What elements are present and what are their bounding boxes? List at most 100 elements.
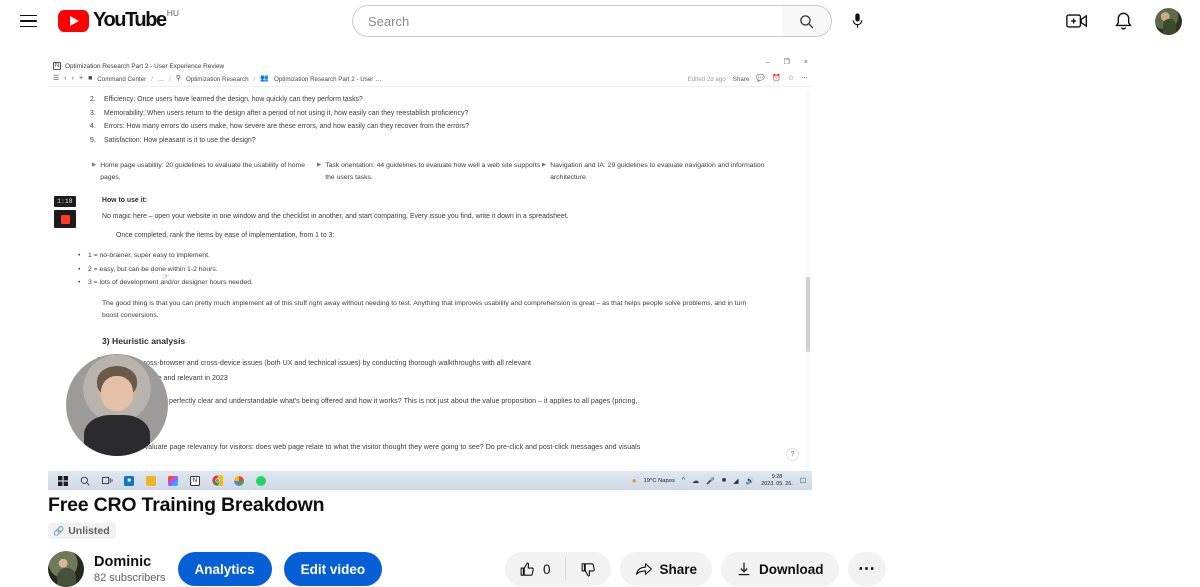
battery-icon[interactable]: ■ [722, 477, 726, 484]
command-center-icon: ■ [88, 75, 93, 82]
youtube-logo-text: YouTube [93, 9, 167, 31]
share-arrow-icon [635, 563, 652, 575]
document-window-title: Optimization Research Part 2 - User Expe… [65, 62, 225, 70]
chevron-right-icon[interactable]: ▶ [317, 162, 321, 183]
thumbs-down-icon [581, 562, 595, 576]
clock-icon[interactable]: ⏰ [772, 75, 781, 83]
notification-icon[interactable]: ☐ [800, 477, 806, 485]
document-share-button[interactable]: Share [733, 76, 750, 83]
chrome-icon[interactable] [206, 471, 228, 490]
how-to-heading: How to use it: [102, 197, 148, 204]
column-home-page-usability: ▶ Home page usability: 20 guidelines to … [92, 160, 317, 183]
like-dislike-group: 0 [505, 552, 611, 586]
video-player[interactable]: N Optimization Research Part 2 - User Ex… [48, 58, 812, 490]
notion-icon[interactable]: N [184, 471, 206, 490]
avatar[interactable] [48, 551, 84, 587]
voice-search-button[interactable] [842, 6, 872, 36]
comment-icon[interactable]: 💬 [756, 75, 765, 83]
search-icon: ⚲ [175, 75, 181, 82]
analytics-button[interactable]: Analytics [177, 552, 272, 586]
more-horizontal-icon: ⋯ [858, 559, 876, 578]
network-icon[interactable]: ◢ [733, 477, 738, 485]
share-button[interactable]: Share [619, 552, 713, 586]
microsoft-store-icon[interactable]: ■ [118, 471, 140, 490]
microphone-icon[interactable]: 🎤 [706, 477, 715, 485]
webcam-overlay [66, 354, 168, 456]
sheets-icon[interactable] [228, 471, 250, 490]
list-item: 4. Errors: How many errors do users make… [90, 120, 812, 134]
list-number: 5. [90, 136, 96, 144]
breadcrumb-item-ellipsis[interactable]: … [158, 76, 164, 83]
microphone-icon [852, 12, 862, 28]
windows-start-icon[interactable] [52, 471, 74, 490]
search-box[interactable] [352, 5, 782, 37]
taskbar-clock[interactable]: 9:28 2023. 05. 26. [761, 474, 792, 487]
link-icon: 🔗 [53, 525, 65, 536]
list-item: 2 = easy, but can be done within 1-2 hou… [78, 263, 812, 277]
chevron-right-icon[interactable]: ▶ [542, 162, 546, 183]
document-window-titlebar: N Optimization Research Part 2 - User Ex… [48, 58, 812, 72]
clock-date: 2023. 05. 26. [761, 480, 793, 487]
weather-label[interactable]: 19°C Napos [644, 478, 675, 484]
more-horizontal-icon[interactable]: ⋯ [801, 75, 808, 83]
chevron-right-icon[interactable]: › [72, 75, 74, 83]
breadcrumb-item-current-page[interactable]: Optimization Research Part 2 - User … [274, 76, 381, 83]
like-button[interactable]: 0 [505, 561, 565, 578]
more-actions-button[interactable]: ⋯ [847, 552, 886, 586]
youtube-logo[interactable]: YouTube HU [58, 8, 180, 32]
people-icon: 👥 [260, 75, 269, 82]
guideline-columns: ▶ Home page usability: 20 guidelines to … [92, 160, 812, 183]
breadcrumb-item-command-center[interactable]: Command Center [97, 76, 146, 83]
breadcrumb-item-optimization-research[interactable]: Optimization Research [186, 76, 249, 83]
usability-numbered-list: 2. Efficiency: Once users have learned t… [90, 93, 812, 147]
search-button[interactable] [782, 5, 832, 37]
engagement-actions: 0 Share Download ⋯ [505, 552, 886, 586]
thumbs-up-icon [520, 562, 534, 576]
minimize-button[interactable]: – [766, 59, 770, 67]
chevron-right-icon[interactable]: ▶ [92, 162, 96, 183]
plus-icon[interactable]: + [79, 75, 83, 83]
list-text: Errors: How many errors do users make, h… [104, 123, 469, 130]
list-text: Efficiency: Once users have learned the … [104, 96, 363, 103]
breadcrumb-separator: / [253, 75, 256, 83]
chevron-up-icon[interactable]: ^ [682, 477, 685, 484]
channel-info[interactable]: Dominic 82 subscribers [48, 551, 166, 587]
file-explorer-icon[interactable] [140, 471, 162, 490]
channel-name[interactable]: Dominic [94, 554, 166, 571]
bell-icon[interactable] [1109, 7, 1137, 35]
maximize-button[interactable]: ❐ [784, 59, 790, 67]
star-icon[interactable]: ☆ [788, 75, 794, 83]
create-video-icon[interactable] [1063, 7, 1091, 35]
clarity-line-1: page for clarity – is it perfectly clear… [102, 396, 638, 405]
rank-list: 1 = no-brainer, super easy to implement.… [78, 249, 812, 290]
search-icon[interactable] [74, 471, 96, 490]
close-button[interactable]: × [804, 59, 808, 67]
download-label: Download [759, 561, 824, 577]
breadcrumb-separator: / [169, 75, 171, 83]
onedrive-icon[interactable]: ☁ [692, 477, 699, 485]
hamburger-icon[interactable]: ☰ [53, 75, 59, 83]
task-view-icon[interactable] [96, 471, 118, 490]
edit-video-button[interactable]: Edit video [283, 552, 383, 586]
chevron-left-icon[interactable]: ‹ [64, 75, 66, 83]
breadcrumb-separator: / [151, 75, 153, 83]
hamburger-icon[interactable] [16, 9, 40, 33]
search-area [352, 5, 872, 37]
edited-timestamp: Edited 2d ago [687, 75, 726, 83]
country-code: HU [166, 8, 180, 18]
stop-record-icon[interactable] [54, 210, 76, 228]
figma-icon[interactable] [162, 471, 184, 490]
good-thing-paragraph: The good thing is that you can pretty mu… [102, 299, 747, 319]
heuristic-line-1: Identify any cross-browser and cross-dev… [102, 358, 531, 367]
document-toolbar-right: Edited 2d ago Share 💬 ⏰ ☆ ⋯ [688, 75, 808, 83]
status-badge: 🔗 Unlisted [48, 523, 116, 539]
download-button[interactable]: Download [721, 552, 839, 586]
whatsapp-icon[interactable] [250, 471, 272, 490]
list-item: 5. Satisfaction: How pleasant is it to u… [90, 134, 812, 148]
dislike-button[interactable] [566, 561, 611, 578]
search-input[interactable] [368, 13, 782, 29]
sun-icon: ● [631, 476, 637, 485]
window-controls: – ❐ × [766, 59, 808, 67]
avatar[interactable] [1155, 7, 1182, 35]
volume-icon[interactable]: 🔊 [746, 477, 755, 485]
